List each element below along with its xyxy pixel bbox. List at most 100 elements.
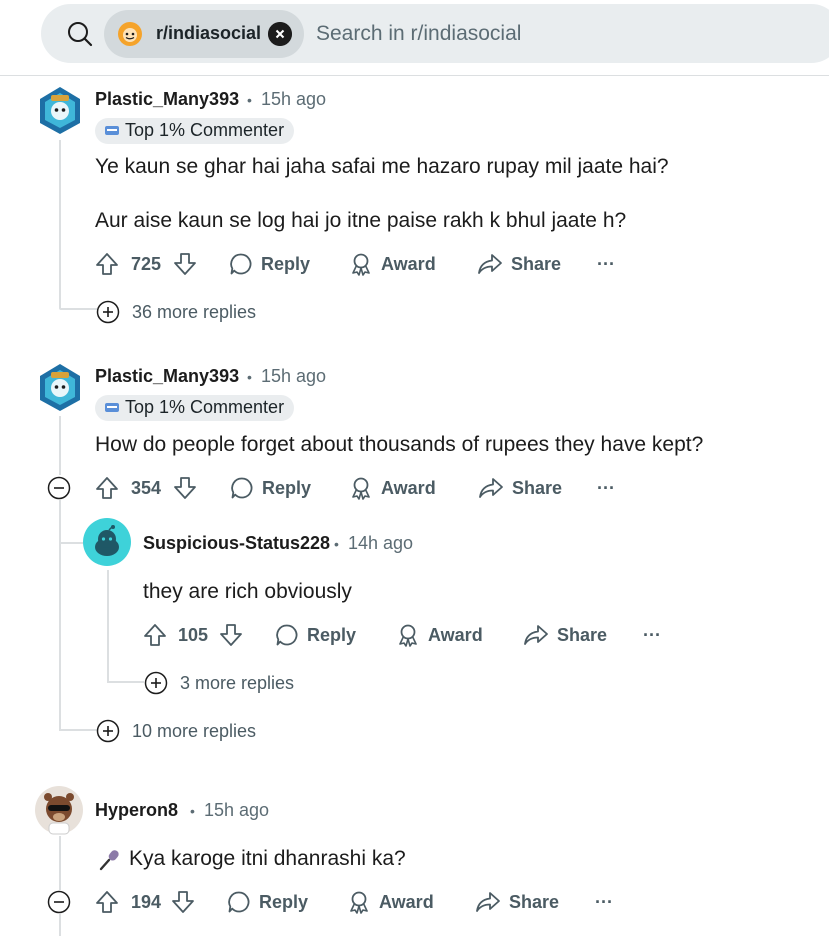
more-replies-label: 10 more replies xyxy=(132,720,257,741)
upvote-icon xyxy=(96,477,118,499)
avatar[interactable] xyxy=(34,785,84,835)
downvote-icon xyxy=(174,477,196,499)
upvote-button[interactable] xyxy=(143,617,167,653)
thread-line[interactable] xyxy=(59,416,61,475)
award-icon xyxy=(399,624,417,647)
thread-line[interactable] xyxy=(59,914,61,936)
upvote-button[interactable] xyxy=(95,246,119,282)
search-icon[interactable] xyxy=(67,21,93,47)
comment-icon xyxy=(228,891,250,913)
thread-connector xyxy=(59,729,97,731)
comment-body-line: Kya karoge itni dhanrashi ka? xyxy=(129,847,406,870)
more-replies-button[interactable]: 10 more replies xyxy=(96,717,256,745)
community-chip[interactable]: r/indiasocial xyxy=(104,10,304,58)
vote-count: 354 xyxy=(131,478,162,498)
plus-circle-icon xyxy=(96,300,120,324)
comment-actions: 354 Reply Award Share ··· xyxy=(95,470,635,506)
thread-line[interactable] xyxy=(59,140,61,308)
award-icon xyxy=(350,891,368,914)
reply-button[interactable]: Reply xyxy=(275,617,356,653)
flair-icon xyxy=(105,126,119,135)
more-options-button[interactable]: ··· xyxy=(597,470,615,506)
more-replies-button[interactable]: 36 more replies xyxy=(96,298,256,326)
search-header: r/indiasocial Search in r/indiasocial xyxy=(0,0,829,76)
comment-time[interactable]: 15h ago xyxy=(261,89,326,110)
share-icon xyxy=(478,254,502,274)
comment-icon xyxy=(276,624,298,646)
community-avatar-icon xyxy=(118,22,142,46)
comment-username[interactable]: Plastic_Many393 xyxy=(95,89,239,110)
user-flair-label: Top 1% Commenter xyxy=(125,397,285,417)
award-button[interactable]: Award xyxy=(396,617,483,653)
award-button[interactable]: Award xyxy=(349,246,436,282)
share-button[interactable]: Share xyxy=(477,246,561,282)
comment-username[interactable]: Hyperon8 xyxy=(95,800,178,821)
reply-button[interactable]: Reply xyxy=(229,246,310,282)
award-label: Award xyxy=(428,624,483,645)
share-button[interactable]: Share xyxy=(478,470,562,506)
award-label: Award xyxy=(379,891,434,912)
collapse-thread-icon[interactable] xyxy=(47,476,71,500)
comment-time[interactable]: 15h ago xyxy=(261,366,326,387)
search-input[interactable]: Search in r/indiasocial xyxy=(316,22,521,46)
thread-connector xyxy=(59,308,97,310)
vote-count: 725 xyxy=(131,254,162,274)
plus-circle-icon xyxy=(144,671,168,695)
upvote-icon xyxy=(96,253,118,275)
award-icon xyxy=(352,477,370,500)
microphone-icon xyxy=(99,850,119,871)
more-options-button[interactable]: ··· xyxy=(595,884,613,920)
more-replies-button[interactable]: 3 more replies xyxy=(144,669,294,697)
share-label: Share xyxy=(512,477,563,498)
reply-label: Reply xyxy=(262,477,312,498)
separator-dot: • xyxy=(247,369,252,385)
comment-body-line: Ye kaun se ghar hai jaha safai me hazaro… xyxy=(95,155,669,178)
downvote-icon xyxy=(174,253,196,275)
flair-icon xyxy=(105,403,119,412)
upvote-button[interactable] xyxy=(95,884,119,920)
comment-username[interactable]: Suspicious-Status228 xyxy=(143,533,330,554)
award-button[interactable]: Award xyxy=(347,884,434,920)
more-options-button[interactable]: ··· xyxy=(597,246,615,282)
thread-connector xyxy=(107,681,144,683)
reply-label: Reply xyxy=(259,891,309,912)
share-label: Share xyxy=(511,253,562,274)
plus-circle-icon xyxy=(96,719,120,743)
avatar[interactable] xyxy=(82,517,132,567)
thread-line[interactable] xyxy=(59,836,61,890)
comment-time[interactable]: 14h ago xyxy=(348,533,413,554)
more-replies-label: 3 more replies xyxy=(180,672,295,693)
downvote-button[interactable] xyxy=(171,884,195,920)
close-icon[interactable] xyxy=(268,22,292,46)
user-flair: Top 1% Commenter xyxy=(95,395,295,421)
upvote-icon xyxy=(144,624,166,646)
comment-username[interactable]: Plastic_Many393 xyxy=(95,366,239,387)
share-button[interactable]: Share xyxy=(475,884,559,920)
share-icon xyxy=(476,892,500,912)
thread-line[interactable] xyxy=(107,570,109,682)
comment-actions: 194 Reply Award Share ··· xyxy=(95,884,635,920)
collapse-thread-icon[interactable] xyxy=(47,890,71,914)
downvote-button[interactable] xyxy=(173,246,197,282)
share-button[interactable]: Share xyxy=(523,617,607,653)
award-button[interactable]: Award xyxy=(349,470,436,506)
thread-line[interactable] xyxy=(59,500,61,730)
avatar[interactable] xyxy=(35,85,85,135)
comment-time[interactable]: 15h ago xyxy=(204,800,269,821)
upvote-icon xyxy=(96,891,118,913)
downvote-button[interactable] xyxy=(219,617,243,653)
more-options-button[interactable]: ··· xyxy=(643,617,661,653)
downvote-icon xyxy=(172,891,194,913)
downvote-button[interactable] xyxy=(173,470,197,506)
more-replies-label: 36 more replies xyxy=(132,301,257,322)
reply-button[interactable]: Reply xyxy=(230,470,311,506)
avatar[interactable] xyxy=(35,362,85,412)
comment-body-line: How do people forget about thousands of … xyxy=(95,433,704,456)
user-flair: Top 1% Commenter xyxy=(95,118,295,144)
reply-button[interactable]: Reply xyxy=(227,884,308,920)
more-options-icon: ··· xyxy=(643,624,661,645)
comment-body-line: they are rich obviously xyxy=(143,580,352,603)
upvote-button[interactable] xyxy=(95,470,119,506)
award-label: Award xyxy=(381,477,436,498)
award-icon xyxy=(352,253,370,276)
